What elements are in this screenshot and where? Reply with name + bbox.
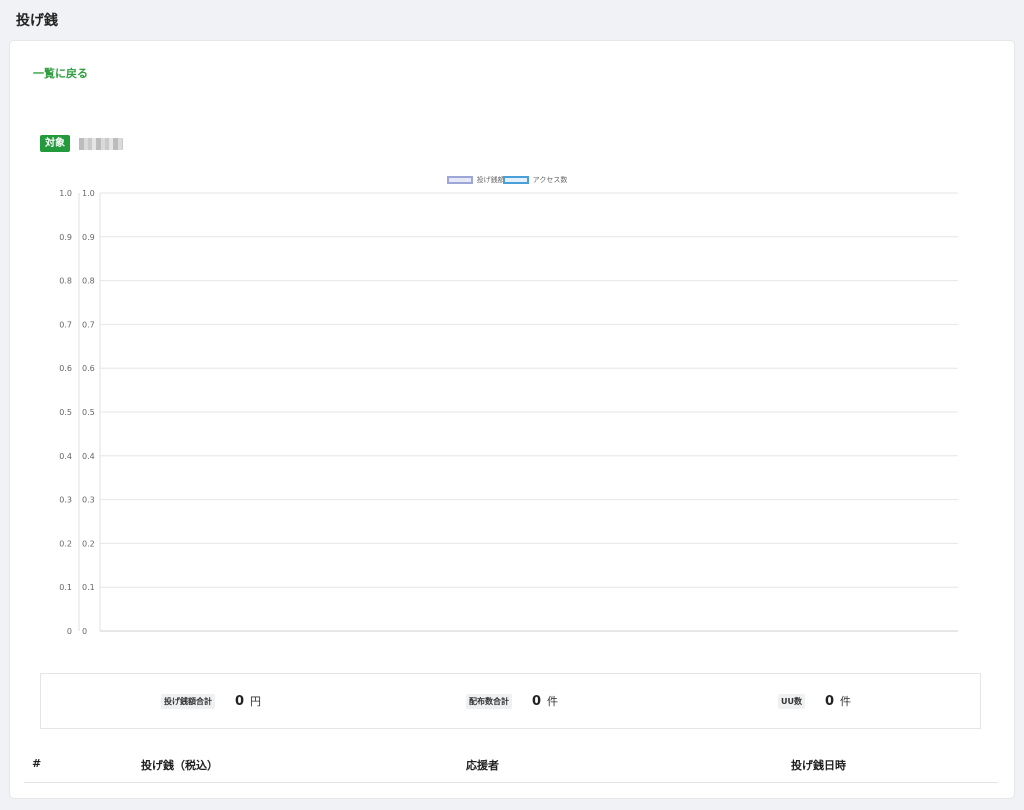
y-right-tick-label: 0 [82,627,87,636]
summary-value: 0 [825,693,835,709]
y-left-tick-label: 0.2 [59,539,72,548]
y-left-tick-label: 0.1 [59,583,72,592]
summary-uu-count: UU数 0 件 [778,693,851,709]
y-left-tick-label: 0.7 [59,320,72,329]
summary-tip-total: 投げ銭額合計 0 円 [161,693,261,709]
line-chart: 1.0 1.0 0.9 0.9 0.8 0.8 0.7 0.7 0.6 0.6 0.5 0.5 0.4 0… [59,189,958,636]
summary-value: 0 [235,693,245,709]
column-header-tip-amount[interactable]: 投げ銭（税込） [141,757,218,773]
summary-unit: 円 [250,695,262,708]
summary-unit: 件 [547,695,559,708]
y-left-tick-label: 0.9 [59,233,72,242]
summary-box: 投げ銭額合計 0 円 配布数合計 0 件 UU数 0 件 [40,673,981,729]
main-card: 一覧に戻る 対象 投げ銭額 アクセス数 1.0 1.0 0.9 0.9 0.8 0.8 0.… [10,41,1014,798]
summary-label: 投げ銭額合計 [161,693,215,709]
summary-label: UU数 [778,693,805,709]
y-right-tick-label: 0.6 [82,364,95,373]
y-left-tick-label: 1.0 [59,189,72,198]
table-header-row: # 投げ銭（税込） 応援者 投げ銭日時 [24,749,998,783]
column-header-index[interactable]: # [32,757,41,770]
y-right-tick-label: 0.9 [82,233,95,242]
y-left-tick-label: 0.5 [59,408,72,417]
summary-unit: 件 [840,695,852,708]
summary-value: 0 [532,693,542,709]
y-right-tick-label: 0.1 [82,583,95,592]
column-header-supporter[interactable]: 応援者 [466,757,499,773]
y-left-tick-label: 0 [67,627,72,636]
column-header-tip-datetime[interactable]: 投げ銭日時 [791,757,846,773]
y-left-tick-label: 0.3 [59,496,72,505]
summary-label: 配布数合計 [466,693,512,709]
page-title: 投げ銭 [16,13,58,29]
summary-distribution-total: 配布数合計 0 件 [466,693,558,709]
y-right-tick-label: 0.5 [82,408,95,417]
y-left-tick-label: 0.6 [59,364,72,373]
y-right-tick-label: 1.0 [82,189,95,198]
y-left-tick-label: 0.8 [59,277,72,286]
y-right-tick-label: 0.7 [82,320,95,329]
y-right-tick-label: 0.2 [82,539,95,548]
y-right-tick-label: 0.4 [82,452,95,461]
y-right-tick-label: 0.8 [82,277,95,286]
y-left-tick-label: 0.4 [59,452,72,461]
y-right-tick-label: 0.3 [82,496,95,505]
